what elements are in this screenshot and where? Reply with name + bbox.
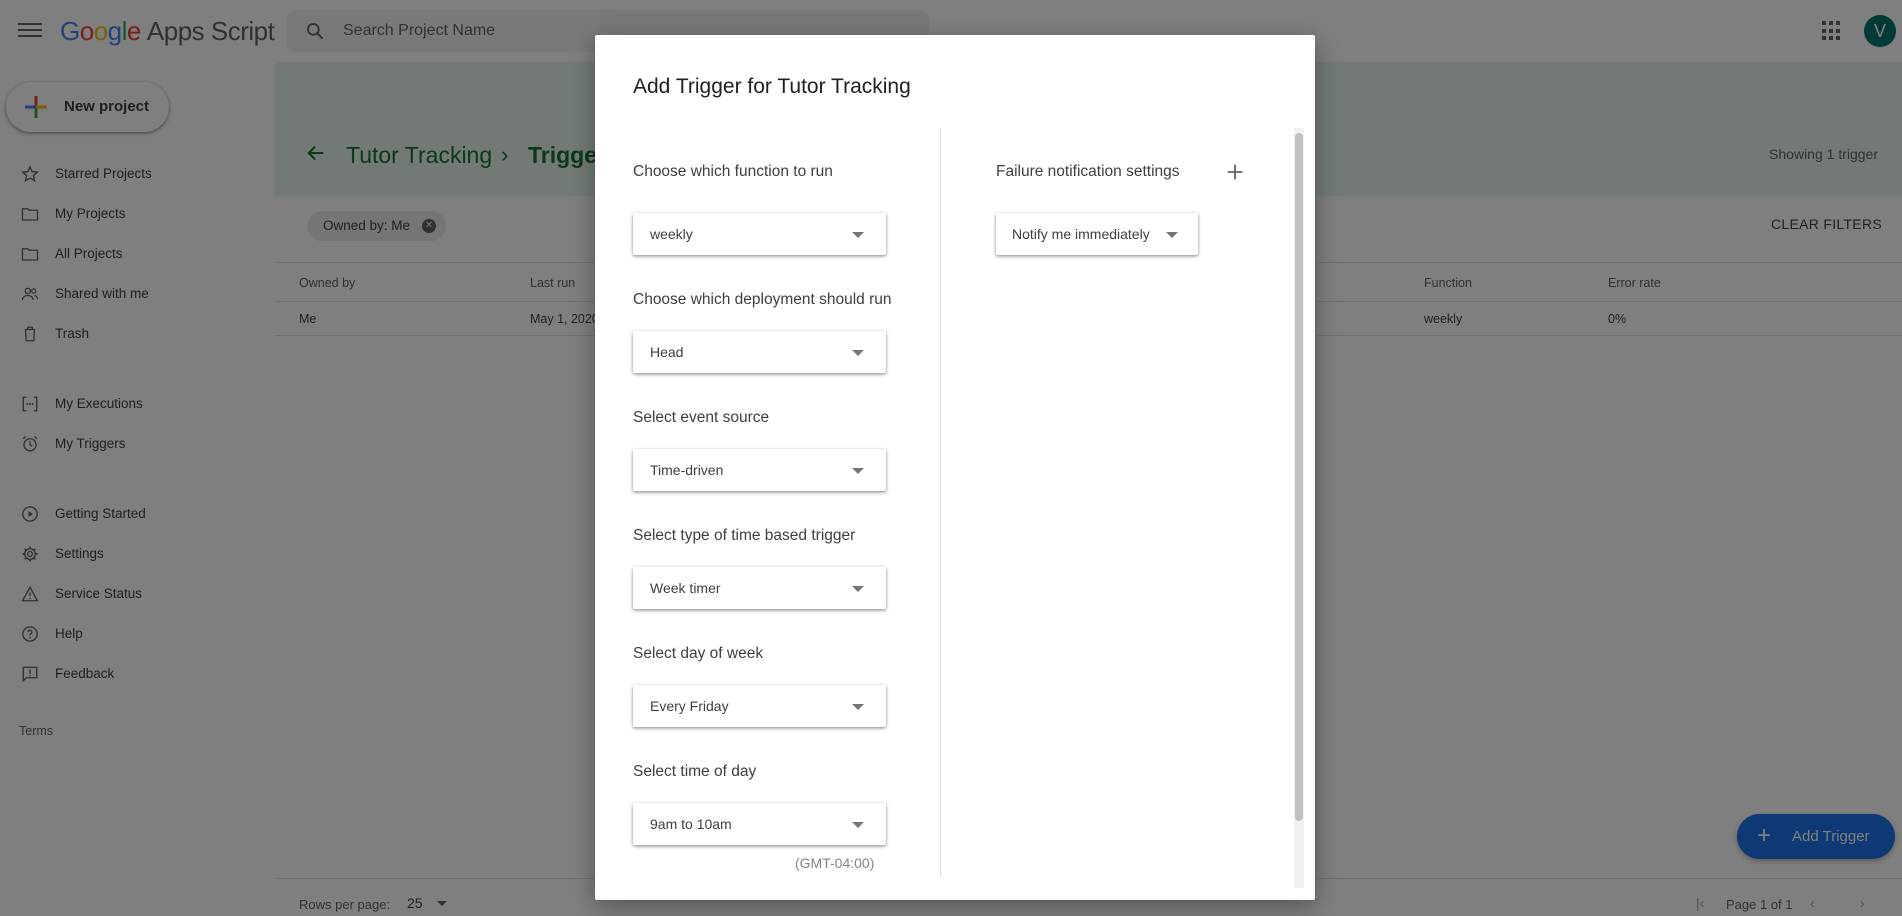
deployment-label: Choose which deployment should run [633,291,892,308]
dropdown-caret-icon [852,350,864,356]
function-select-value: weekly [650,226,693,242]
day-of-week-label: Select day of week [633,645,764,662]
event-source-label: Select event source [633,409,770,426]
dropdown-caret-icon [852,468,864,474]
time-trigger-type-select[interactable]: Week timer [633,567,886,609]
dropdown-caret-icon [1166,232,1178,238]
dialog-title: Add Trigger for Tutor Tracking [633,75,911,98]
scrollbar-thumb[interactable] [1295,133,1303,821]
failure-notification-select[interactable]: Notify me immediately [996,213,1198,255]
add-notification-icon[interactable] [1224,161,1246,183]
time-of-day-select[interactable]: 9am to 10am [633,803,886,845]
dropdown-caret-icon [852,822,864,828]
time-trigger-type-label: Select type of time based trigger [633,527,856,544]
failure-notification-value: Notify me immediately [1012,226,1150,242]
deployment-select[interactable]: Head [633,331,886,373]
deployment-select-value: Head [650,344,684,360]
dropdown-caret-icon [852,586,864,592]
function-select[interactable]: weekly [633,213,886,255]
day-of-week-select[interactable]: Every Friday [633,685,886,727]
timezone-label: (GMT-04:00) [795,855,875,871]
failure-notification-label: Failure notification settings [996,163,1180,180]
dropdown-caret-icon [852,232,864,238]
column-divider [940,128,941,878]
event-source-select[interactable]: Time-driven [633,449,886,491]
function-label: Choose which function to run [633,163,833,180]
add-trigger-dialog: Add Trigger for Tutor Tracking Choose wh… [595,35,1315,900]
day-of-week-select-value: Every Friday [650,698,729,714]
time-of-day-select-value: 9am to 10am [650,816,732,832]
time-trigger-type-select-value: Week timer [650,580,721,596]
time-of-day-label: Select time of day [633,763,757,780]
event-source-select-value: Time-driven [650,462,724,478]
dropdown-caret-icon [852,704,864,710]
